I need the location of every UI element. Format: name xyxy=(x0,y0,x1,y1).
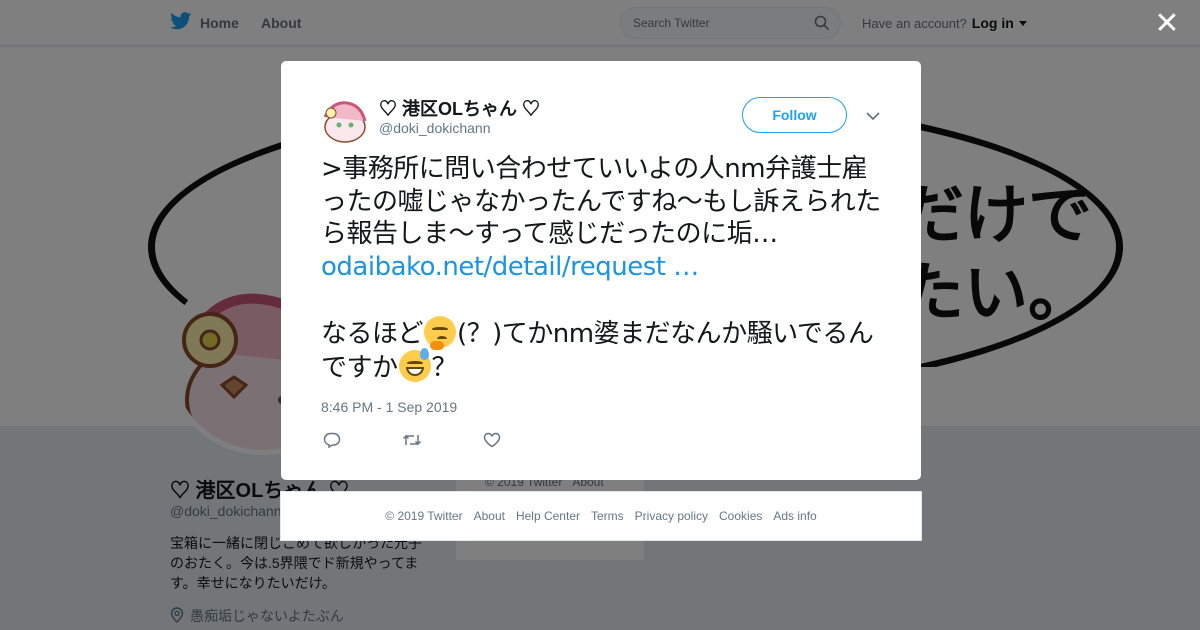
tweet-actions xyxy=(321,430,503,450)
tweet-author-handle[interactable]: @doki_dokichann xyxy=(379,120,491,136)
tweet-modal: ♡ 港区OLちゃん ♡ @doki_dokichann Follow >事務所に… xyxy=(281,61,921,480)
tweet-text-part: >事務所に問い合わせていいよの人nm弁護士雇ったの嘘じゃなかったんですね〜もし訴… xyxy=(321,154,881,249)
footer-link-help-center[interactable]: Help Center xyxy=(516,509,580,523)
footer: © 2019 Twitter About Help Center Terms P… xyxy=(280,491,922,541)
tweet-author-name[interactable]: ♡ 港区OLちゃん ♡ xyxy=(379,95,540,121)
footer-link-terms[interactable]: Terms xyxy=(591,509,624,523)
footer-link-privacy[interactable]: Privacy policy xyxy=(635,509,708,523)
reply-icon[interactable] xyxy=(321,430,343,450)
follow-button[interactable]: Follow xyxy=(742,97,847,133)
footer-link-about[interactable]: About xyxy=(474,509,505,523)
heart-icon[interactable] xyxy=(481,430,503,450)
tweet-text-part: ？ xyxy=(431,353,458,383)
thinking-face-icon xyxy=(424,315,457,350)
chevron-down-icon[interactable] xyxy=(866,108,880,126)
grinning-sweat-face-icon xyxy=(398,348,431,382)
close-icon[interactable]: ✕ xyxy=(1153,9,1181,39)
tweet-author-avatar[interactable] xyxy=(321,95,369,143)
tweet-link[interactable]: odaibako.net/detail/request … xyxy=(321,252,699,282)
tweet-text-part: なるほど xyxy=(321,318,424,349)
tweet-text: >事務所に問い合わせていいよの人nm弁護士雇ったの嘘じゃなかったんですね〜もし訴… xyxy=(321,153,886,385)
footer-copyright: © 2019 Twitter xyxy=(385,509,463,523)
footer-link-ads-info[interactable]: Ads info xyxy=(773,509,816,523)
footer-link-cookies[interactable]: Cookies xyxy=(719,509,762,523)
tweet-timestamp[interactable]: 8:46 PM - 1 Sep 2019 xyxy=(321,399,457,415)
retweet-icon[interactable] xyxy=(401,430,423,450)
